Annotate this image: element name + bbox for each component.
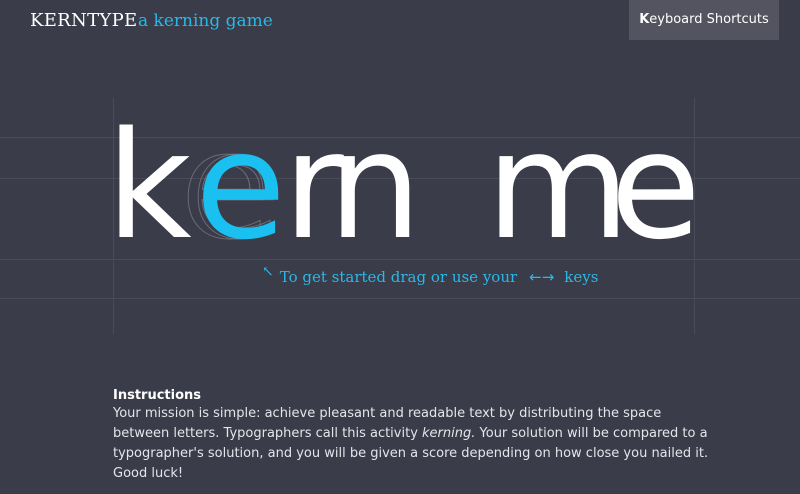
letter-m: m	[486, 100, 631, 272]
hint-suffix: keys	[564, 268, 599, 286]
instructions-emphasis: kerning.	[422, 426, 476, 441]
instructions-text: Your mission is simple: achieve pleasant…	[113, 404, 713, 484]
instructions-heading: Instructions	[113, 388, 202, 403]
kerning-stage: e e k e r n m e ↖ To get started drag or …	[0, 0, 800, 360]
instructions-panel: Instructions Your mission is simple: ach…	[113, 388, 713, 484]
drag-hint: ↖ To get started drag or use your ←→ keys	[262, 264, 599, 286]
letter-k: k	[106, 100, 192, 272]
arrow-up-left-icon: ↖	[262, 264, 274, 280]
letter-n: n	[328, 100, 422, 272]
letter-e-draggable[interactable]: e	[195, 112, 286, 260]
arrow-keys-icon: ←→	[529, 268, 555, 286]
letter-e-last: e	[610, 100, 702, 272]
hint-prefix: To get started drag or use your	[279, 268, 518, 286]
